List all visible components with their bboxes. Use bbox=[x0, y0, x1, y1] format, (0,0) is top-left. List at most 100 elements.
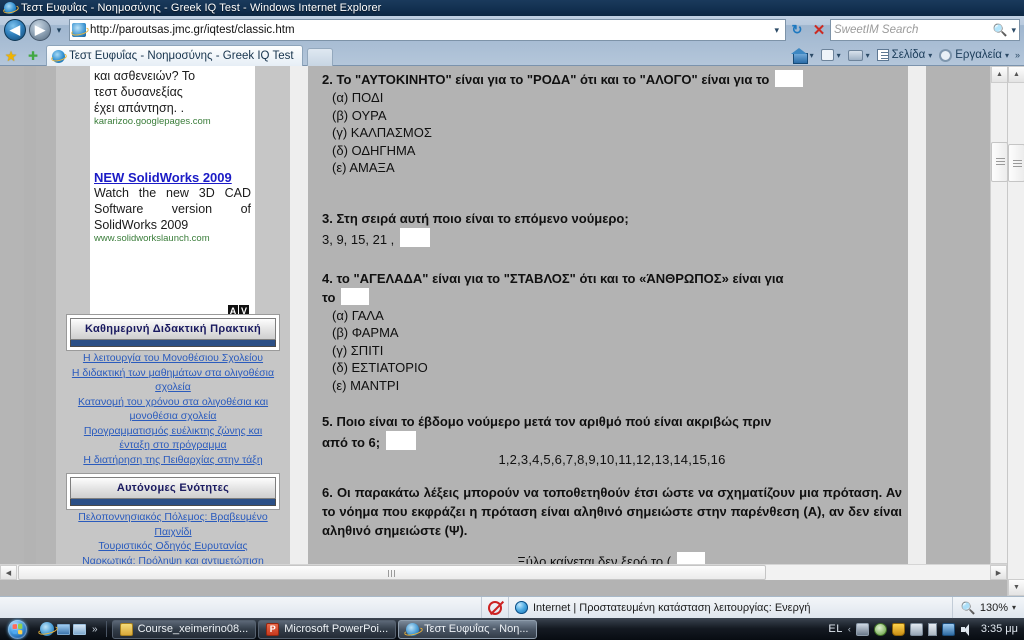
feeds-caret-icon[interactable]: ▾ bbox=[837, 51, 841, 60]
question-2-option-d: (δ) ΟΔΗΓΗΜΑ bbox=[332, 142, 416, 158]
question-3-answer-input[interactable] bbox=[399, 227, 430, 247]
zoom-control[interactable]: 🔍 130% ▾ bbox=[953, 601, 1024, 615]
window-scroll-down-button[interactable]: ▼ bbox=[1008, 579, 1024, 596]
command-bar-overflow-icon[interactable]: » bbox=[1013, 50, 1020, 60]
tools-menu-caret-icon[interactable]: ▾ bbox=[1005, 51, 1009, 60]
question-4-text-continued: το bbox=[322, 287, 902, 307]
taskbar-button-ie[interactable]: Τεστ Ευφυΐας - Νοη... bbox=[398, 619, 537, 639]
window-vertical-scrollbar[interactable]: ▲ ▼ bbox=[1007, 66, 1024, 596]
quick-launch-ie-icon[interactable] bbox=[40, 622, 54, 636]
address-url-text: http://paroutsas.jmc.gr/iqtest/classic.h… bbox=[90, 24, 295, 36]
quick-launch-show-desktop-icon[interactable] bbox=[57, 623, 70, 635]
question-2-option-b: (β) ΟΥΡΑ bbox=[332, 107, 387, 123]
tray-overflow-icon[interactable]: ‹ bbox=[848, 624, 851, 634]
window-chrome: Τεστ Ευφυΐας - Νοημοσύνης - Greek IQ Tes… bbox=[0, 0, 1024, 66]
forward-button[interactable]: ▶ bbox=[29, 19, 51, 41]
print-caret-icon[interactable]: ▾ bbox=[866, 51, 870, 60]
page-menu-button[interactable]: Σελίδα ▾ bbox=[874, 49, 936, 61]
feeds-button[interactable]: ▾ bbox=[818, 49, 844, 61]
print-button[interactable]: ▾ bbox=[845, 49, 873, 61]
question-3-text: 3. Στη σειρά αυτή ποιο είναι το επόμενο … bbox=[322, 209, 902, 228]
page-menu-caret-icon[interactable]: ▾ bbox=[928, 51, 932, 60]
question-5-answer-input[interactable] bbox=[385, 431, 416, 450]
scroll-thumb-grip-icon bbox=[996, 158, 1005, 166]
sidebar-section-1-title: Καθημερινή Διδακτική Πρακτική bbox=[70, 318, 276, 340]
page-vertical-scrollbar[interactable]: ▲ ▼ bbox=[990, 66, 1008, 580]
window-scroll-up-button[interactable]: ▲ bbox=[1008, 66, 1024, 83]
ad-headline-link[interactable]: NEW SolidWorks 2009 bbox=[94, 170, 251, 185]
question-2-number: 2. bbox=[322, 72, 333, 87]
search-icon[interactable]: 🔍 bbox=[993, 23, 1008, 37]
ie-window: Τεστ Ευφυΐας - Νοημοσύνης - Greek IQ Tes… bbox=[0, 0, 1024, 640]
horizontal-scroll-thumb[interactable] bbox=[18, 565, 766, 580]
sidebar-link-2-1[interactable]: Πελοποννησιακός Πόλεμος: Βραβευμένο Παιχ… bbox=[66, 510, 280, 539]
volume-icon[interactable] bbox=[960, 623, 973, 636]
ad-display-url-1: kararizoo.googlepages.com bbox=[94, 116, 211, 127]
removable-media-icon[interactable] bbox=[941, 622, 955, 636]
address-input[interactable]: http://paroutsas.jmc.gr/iqtest/classic.h… bbox=[69, 19, 786, 41]
scroll-right-button[interactable]: ▶ bbox=[990, 565, 1007, 580]
question-4-answer-input[interactable] bbox=[341, 287, 370, 305]
new-tab-button[interactable] bbox=[306, 48, 333, 66]
sidebar-link-2-2[interactable]: Τουριστικός Οδηγός Ευρυτανίας bbox=[66, 539, 280, 554]
advertisement-block[interactable]: και ασθενειών? Το τεστ δυσανεξίας έχει α… bbox=[90, 66, 255, 318]
language-indicator[interactable]: EL bbox=[828, 623, 842, 635]
sidebar: και ασθενειών? Το τεστ δυσανεξίας έχει α… bbox=[56, 66, 290, 580]
start-button[interactable] bbox=[0, 619, 34, 639]
sidebar-link-1-3[interactable]: Κατανομή του χρόνου στα ολιγοθέσια και μ… bbox=[66, 395, 280, 424]
sidebar-link-1-4[interactable]: Προγραμματισμός ευέλικτης ζώνης και έντα… bbox=[66, 424, 280, 453]
page-horizontal-scrollbar[interactable]: ◀ ▶ bbox=[0, 564, 1007, 580]
refresh-button[interactable]: ↻ bbox=[786, 19, 808, 41]
stop-button[interactable]: ✕ bbox=[808, 19, 830, 41]
quick-launch-switch-windows-icon[interactable] bbox=[73, 623, 86, 635]
battery-icon[interactable] bbox=[927, 622, 937, 636]
clock[interactable]: 3:35 μμ bbox=[978, 623, 1018, 635]
security-shield-icon[interactable] bbox=[891, 622, 905, 636]
page-icon bbox=[876, 49, 889, 61]
display-icon[interactable] bbox=[909, 622, 923, 636]
window-vertical-scroll-thumb[interactable] bbox=[1008, 144, 1024, 182]
home-caret-icon[interactable]: ▾ bbox=[810, 51, 814, 60]
network-icon[interactable] bbox=[855, 622, 869, 636]
address-dropdown-caret[interactable]: ▾ bbox=[774, 25, 783, 36]
question-3-sequence: 3, 9, 15, 21 , bbox=[322, 231, 395, 247]
taskbar-button-powerpoint[interactable]: P Microsoft PowerPoi... bbox=[258, 619, 397, 639]
taskbar-button-course[interactable]: Course_xeimerino08... bbox=[111, 619, 257, 639]
popup-blocked-cell[interactable] bbox=[482, 596, 509, 619]
sidebar-link-1-1[interactable]: Η λειτουργία του Μονοθέσιου Σχολείου bbox=[66, 351, 280, 366]
ad-text-line-1: και ασθενειών? Το bbox=[94, 69, 196, 83]
spacer-q5-q6 bbox=[322, 467, 902, 483]
add-to-favorites-icon[interactable]: ✚ bbox=[22, 46, 44, 66]
home-button[interactable]: ▾ bbox=[789, 47, 817, 64]
quick-launch-overflow-icon[interactable]: » bbox=[89, 624, 101, 635]
question-4-text: 4. το "ΑΓΕΛΑΔΑ" είναι για το "ΣΤΑΒΛΟΣ" ό… bbox=[322, 269, 902, 288]
recent-pages-caret[interactable]: ▾ bbox=[51, 19, 67, 41]
favorites-center-icon[interactable]: ★ bbox=[0, 46, 22, 66]
sidebar-link-1-5[interactable]: Η διατήρηση της Πειθαρχίας στην τάξη bbox=[66, 453, 280, 468]
tools-menu-button[interactable]: Εργαλεία ▾ bbox=[936, 48, 1012, 62]
question-3: 3. Στη σειρά αυτή ποιο είναι το επόμενο … bbox=[322, 209, 902, 251]
question-4-option-d: (δ) ΕΣΤΙΑΤΟΡΙΟ bbox=[332, 360, 428, 375]
command-bar: ▾ ▾ ▾ Σελίδα ▾ Εργαλεία ▾ » bbox=[789, 44, 1024, 66]
scroll-left-button[interactable]: ◀ bbox=[0, 565, 17, 580]
vertical-scroll-thumb[interactable] bbox=[991, 142, 1008, 182]
sidebar-links: Καθημερινή Διδακτική Πρακτική Η λειτουργ… bbox=[66, 314, 280, 568]
taskbar-divider bbox=[105, 621, 107, 637]
security-zone-cell[interactable]: Internet | Προστατευμένη κατάσταση λειτο… bbox=[509, 596, 953, 619]
back-button[interactable]: ◀ bbox=[4, 19, 26, 41]
search-provider-caret[interactable]: ▾ bbox=[1011, 25, 1016, 36]
tab-greek-iq-test[interactable]: Τεστ Ευφυΐας - Νοημοσύνης - Greek IQ Tes… bbox=[46, 45, 303, 66]
question-4-option-e: (ε) ΜΑΝΤΡΙ bbox=[332, 377, 400, 393]
question-2-answer-input[interactable] bbox=[775, 70, 803, 87]
tab-favicon-icon bbox=[52, 49, 65, 63]
blocked-popup-icon[interactable] bbox=[488, 600, 502, 615]
taskbar: » Course_xeimerino08... P Microsoft Powe… bbox=[0, 618, 1024, 640]
zoom-caret-icon[interactable]: ▾ bbox=[1012, 603, 1016, 612]
search-input[interactable]: SweetIM Search 🔍 ▾ bbox=[830, 19, 1020, 41]
ie-logo-icon bbox=[4, 2, 16, 14]
messenger-icon[interactable] bbox=[873, 622, 887, 636]
globe-icon bbox=[515, 601, 528, 614]
sidebar-link-1-2[interactable]: Η διδακτική των μαθημάτων στα ολιγοθέσια… bbox=[66, 366, 280, 395]
tab-bar: ★ ✚ Τεστ Ευφυΐας - Νοημοσύνης - Greek IQ… bbox=[0, 44, 1024, 66]
scroll-up-button[interactable]: ▲ bbox=[991, 66, 1008, 83]
